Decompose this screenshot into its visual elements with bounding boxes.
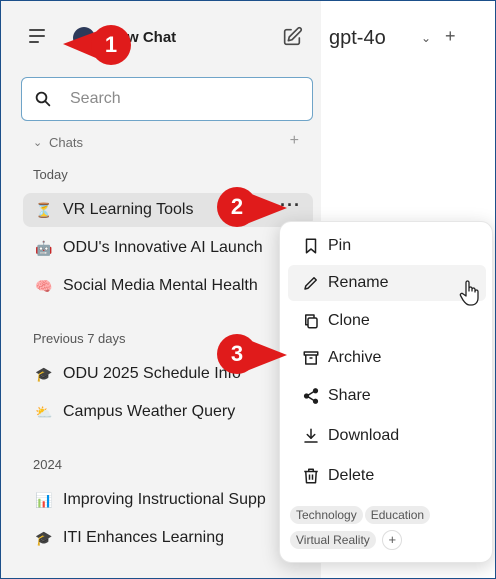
chats-folder-header[interactable]: ⌄ Chats + [33, 132, 303, 154]
archive-icon [303, 351, 319, 365]
menu-item-share[interactable]: Share [288, 378, 486, 414]
search-box[interactable] [21, 77, 313, 121]
weather-icon: ⛅ [35, 404, 53, 420]
chevron-down-icon[interactable]: ⌄ [33, 136, 42, 149]
sidebar: w Chat ⌄ Chats + Today ⏳ VR Learning Too… [1, 1, 321, 578]
chats-label: Chats [49, 135, 83, 150]
chat-title: ITI Enhances Learning [63, 529, 224, 546]
menu-label: Clone [328, 312, 370, 329]
graduation-cap-icon: 🎓 [35, 530, 53, 546]
chevron-down-icon[interactable]: ⌄ [421, 31, 431, 45]
chat-item-campus-weather[interactable]: ⛅ Campus Weather Query [23, 395, 313, 429]
chat-title: Social Media Mental Health [63, 277, 258, 294]
graduation-cap-icon: 🎓 [35, 366, 53, 382]
compose-icon[interactable] [281, 26, 303, 48]
robot-icon: 🤖 [35, 240, 53, 256]
chat-title: ODU's Innovative AI Launch [63, 239, 263, 256]
callout-pointer [249, 193, 287, 223]
hourglass-icon: ⏳ [35, 202, 53, 218]
search-icon [35, 91, 51, 107]
callout-badge-1: 1 [91, 25, 131, 65]
add-folder-icon[interactable]: + [290, 132, 299, 150]
menu-label: Share [328, 387, 371, 404]
menu-item-rename[interactable]: Rename [288, 265, 486, 301]
search-input[interactable] [70, 88, 300, 110]
menu-item-pin[interactable]: Pin [288, 228, 486, 264]
tag-chip[interactable]: Education [364, 506, 431, 524]
menu-label: Pin [328, 237, 352, 254]
sidebar-topbar: w Chat [1, 1, 321, 73]
chart-icon: 📊 [35, 492, 53, 508]
menu-label: Download [328, 427, 400, 444]
model-selector[interactable]: gpt-4o [329, 27, 386, 50]
section-label-2024: 2024 [33, 457, 62, 472]
chat-item-social-media[interactable]: 🧠 Social Media Mental Health [23, 269, 313, 303]
chat-item-instructional-support[interactable]: 📊 Improving Instructional Supp [23, 483, 313, 517]
tag-chip[interactable]: Technology [290, 506, 363, 524]
new-chat-button[interactable]: w Chat [127, 29, 176, 46]
download-icon [304, 428, 318, 443]
chat-context-menu: Pin Rename Clone Archive Share Download … [279, 221, 493, 563]
menu-item-archive[interactable]: Archive [288, 340, 486, 376]
menu-label: Delete [328, 467, 375, 484]
section-label-previous-7-days: Previous 7 days [33, 331, 126, 346]
menu-item-download[interactable]: Download [288, 418, 486, 454]
add-model-icon[interactable]: + [445, 26, 456, 47]
tag-chip[interactable]: Virtual Reality [290, 531, 376, 549]
menu-item-delete[interactable]: Delete [288, 458, 486, 494]
menu-toggle-icon[interactable] [29, 29, 47, 43]
section-label-today: Today [33, 167, 68, 182]
chat-title: Improving Instructional Supp [63, 491, 266, 508]
share-icon [303, 388, 319, 404]
tag-list: Technology Education Virtual Reality + [290, 506, 486, 555]
menu-label: Archive [328, 349, 382, 366]
menu-label: Rename [328, 274, 389, 291]
menu-item-clone[interactable]: Clone [288, 303, 486, 339]
chat-title: Campus Weather Query [63, 403, 236, 420]
add-tag-button[interactable]: + [382, 530, 403, 550]
brain-icon: 🧠 [35, 278, 53, 294]
trash-icon [304, 468, 318, 484]
bookmark-icon [305, 238, 317, 254]
chat-item-iti-learning[interactable]: 🎓 ITI Enhances Learning [23, 521, 313, 555]
chat-title: VR Learning Tools [63, 201, 194, 218]
pencil-icon [304, 277, 317, 290]
copy-icon [305, 314, 318, 329]
hand-cursor-icon [459, 280, 479, 306]
callout-pointer [249, 340, 287, 370]
app-window: w Chat ⌄ Chats + Today ⏳ VR Learning Too… [0, 0, 496, 579]
chat-item-odu-ai-launch[interactable]: 🤖 ODU's Innovative AI Launch [23, 231, 313, 265]
